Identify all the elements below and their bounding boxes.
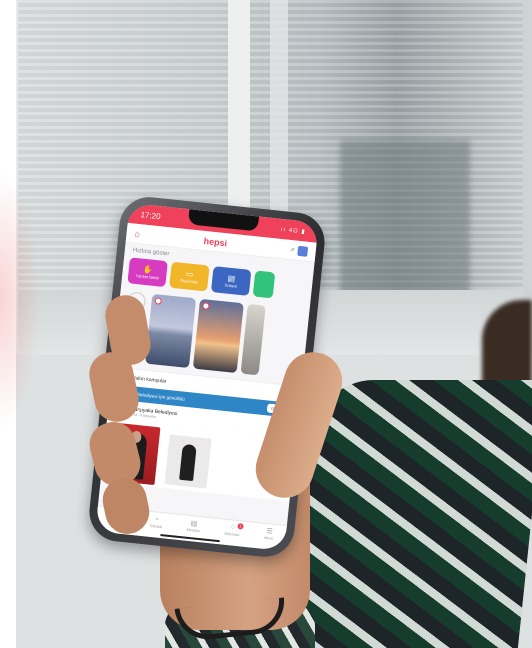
post-image[interactable] — [164, 434, 212, 489]
avatar — [154, 297, 163, 305]
tab-label: Mesajlar — [186, 527, 201, 534]
quick-announcements-button[interactable]: ▭ Duyurular — [169, 261, 210, 292]
quick-label: Duyurular — [180, 277, 198, 285]
tab-messages[interactable]: ▤ Mesajlar — [187, 520, 201, 533]
tab-label: Bildirimler — [224, 531, 240, 538]
home-icon[interactable]: ⌂ — [134, 228, 140, 239]
tab-notifications[interactable]: ♢ Bildirimler 1 — [224, 523, 244, 538]
red-blur — [0, 170, 40, 430]
search-icon[interactable]: ⌕ — [290, 246, 296, 254]
story-item[interactable] — [192, 298, 244, 374]
status-icons: ıı 4G ▮ — [280, 226, 307, 236]
tab-community[interactable]: ◔ Topluluk — [149, 516, 163, 529]
tab-menu[interactable]: ☰ Menü — [264, 528, 274, 541]
app-bar-tools: ⌕ — [290, 245, 309, 257]
quick-social-button[interactable]: ▤ Sosyal — [210, 266, 252, 296]
quick-help-button[interactable]: ✋ Yardım talebi — [127, 257, 168, 288]
nearby-label: Yakın komşular — [132, 374, 167, 385]
status-time: 17:20 — [140, 209, 162, 221]
person-silhouette — [179, 443, 197, 482]
quick-label: Sosyal — [224, 282, 237, 289]
quick-label: Yardım talebi — [135, 272, 159, 281]
blurred-building — [340, 140, 470, 300]
profile-icon[interactable] — [297, 245, 309, 257]
story-item[interactable] — [240, 303, 266, 376]
tab-label: Topluluk — [149, 523, 163, 530]
photo-background: 17:20 ıı 4G ▮ ⌂ hepsi ⌕ Hızlıca göster ✋… — [0, 0, 532, 648]
notification-badge: 1 — [237, 523, 244, 530]
app-logo: hepsi — [203, 235, 228, 248]
story-item[interactable] — [145, 293, 197, 369]
quick-more-button[interactable] — [252, 270, 276, 299]
tab-label: Menü — [264, 535, 274, 541]
avatar — [202, 302, 210, 310]
